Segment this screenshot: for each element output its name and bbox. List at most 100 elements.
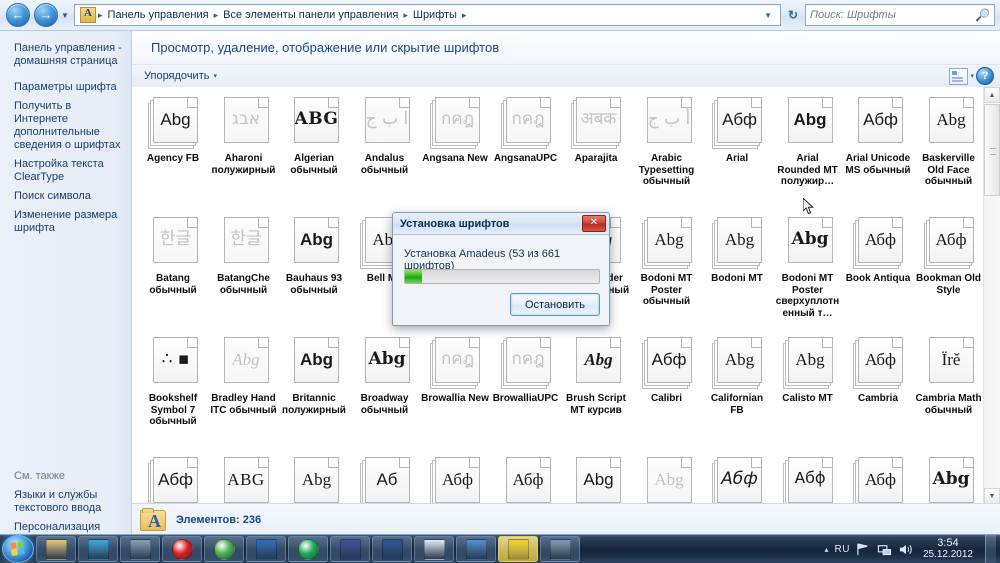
font-item[interactable]: ا ب ج Andalus обычный bbox=[350, 93, 420, 213]
font-item[interactable]: AbgCooper очень жирный bbox=[914, 453, 984, 504]
font-item[interactable]: АбфComic Sans MS bbox=[702, 453, 772, 504]
font-item[interactable]: אבג Aharoni полужирный bbox=[209, 93, 279, 213]
font-item[interactable]: Abg Bauhaus 93 обычный bbox=[279, 213, 349, 333]
font-installation-dialog[interactable]: Установка шрифтов ✕ Установка Amadeus (5… bbox=[392, 212, 610, 326]
font-item[interactable]: Abg Bodoni MT Poster обычный bbox=[632, 213, 702, 333]
breadcrumb-item-fonts[interactable]: Шрифты bbox=[409, 8, 461, 22]
taskbar-button-word[interactable] bbox=[372, 536, 412, 562]
taskbar-button-calendar[interactable] bbox=[498, 536, 538, 562]
font-item[interactable]: 한글 BatangChe обычный bbox=[209, 213, 279, 333]
forward-button[interactable]: → bbox=[34, 3, 58, 27]
font-item[interactable]: أ ب ج Arabic Typesetting обычный bbox=[632, 93, 702, 213]
breadcrumb[interactable]: ▸ Панель управления ▸ Все элементы панел… bbox=[74, 4, 781, 26]
taskbar-button-photo-editor[interactable] bbox=[246, 536, 286, 562]
font-file-icon: ABG bbox=[219, 457, 269, 504]
nav-link-character-map[interactable]: Поиск символа bbox=[0, 187, 131, 206]
refresh-button[interactable]: ↻ bbox=[784, 6, 802, 24]
font-item[interactable]: АбфCandara bbox=[138, 453, 208, 504]
taskbar-button-chrome[interactable] bbox=[204, 536, 244, 562]
action-center-icon[interactable] bbox=[856, 542, 871, 557]
font-item[interactable]: Абф Arial bbox=[702, 93, 772, 213]
font-item[interactable]: Abg Arial Rounded MT полужир… bbox=[773, 93, 843, 213]
font-item[interactable]: 한글 Batang обычный bbox=[138, 213, 208, 333]
font-item[interactable]: ∴ ▪ Bookshelf Symbol 7 обычный bbox=[138, 333, 208, 453]
taskbar-button-opera[interactable] bbox=[162, 536, 202, 562]
font-item[interactable]: กคฎ BrowalliaUPC bbox=[491, 333, 561, 453]
font-item[interactable]: ABG Algerian обычный bbox=[279, 93, 349, 213]
font-item[interactable]: AbgCentaur обычный bbox=[279, 453, 349, 504]
font-item[interactable]: АбфCentury обычный bbox=[491, 453, 561, 504]
stop-button[interactable]: Остановить bbox=[510, 293, 600, 316]
vertical-scrollbar[interactable]: ▲ ▼ bbox=[983, 87, 1000, 504]
font-file-icon: Abg bbox=[642, 457, 692, 504]
taskbar-button-computer[interactable] bbox=[120, 536, 160, 562]
font-item[interactable]: Абф Calibri bbox=[632, 333, 702, 453]
taskbar-button-contacts[interactable] bbox=[540, 536, 580, 562]
taskbar-button-paint[interactable] bbox=[414, 536, 454, 562]
show-desktop-button[interactable] bbox=[985, 535, 996, 563]
taskbar-button-media-tool[interactable] bbox=[456, 536, 496, 562]
font-item[interactable]: ABGCastellar обычный bbox=[209, 453, 279, 504]
chevron-down-icon[interactable]: ▼ bbox=[759, 11, 777, 20]
font-file-icon: Abg bbox=[924, 97, 974, 147]
font-item[interactable]: Абф Bookman Old Style bbox=[914, 213, 984, 333]
nav-link-control-panel-home[interactable]: Панель управления - домашняя страница bbox=[0, 39, 131, 71]
show-hidden-icons-button[interactable]: ▴ bbox=[824, 545, 828, 554]
font-item[interactable]: Abg Baskerville Old Face обычный bbox=[914, 93, 984, 213]
font-item[interactable]: АбфConstantia bbox=[843, 453, 913, 504]
recent-pages-dropdown[interactable]: ▼ bbox=[58, 4, 72, 26]
clock[interactable]: 3:54 25.12.2012 bbox=[919, 538, 977, 561]
nav-link-personalization[interactable]: Персонализация bbox=[0, 518, 131, 535]
font-item[interactable]: AbgColonna MT обычный bbox=[632, 453, 702, 504]
font-item[interactable]: กคฎ Angsana New bbox=[420, 93, 490, 213]
taskbar-button-explorer[interactable] bbox=[36, 536, 76, 562]
nav-link-cleartype[interactable]: Настройка текста ClearType bbox=[0, 155, 131, 187]
font-item[interactable]: กคฎ AngsanaUPC bbox=[491, 93, 561, 213]
volume-icon[interactable] bbox=[898, 542, 913, 557]
font-item[interactable]: Abg Britannic полужирный bbox=[279, 333, 349, 453]
breadcrumb-item-all-items[interactable]: Все элементы панели управления bbox=[219, 8, 402, 22]
help-icon[interactable]: ? bbox=[976, 67, 994, 85]
font-item[interactable]: АбCentury Gothic bbox=[350, 453, 420, 504]
taskbar-button-messenger[interactable] bbox=[288, 536, 328, 562]
font-item[interactable]: Абф Arial Unicode MS обычный bbox=[843, 93, 913, 213]
font-item[interactable]: Ïrě Cambria Math обычный bbox=[914, 333, 984, 453]
font-item[interactable]: АбфCentury Schoolbook bbox=[420, 453, 490, 504]
font-item[interactable]: Abg Calisto MT bbox=[773, 333, 843, 453]
taskbar-button-vegas[interactable] bbox=[330, 536, 370, 562]
font-name-label: Californian FB bbox=[710, 393, 764, 416]
font-item[interactable]: กคฎ Browallia New bbox=[420, 333, 490, 453]
back-button[interactable]: ← bbox=[6, 3, 30, 27]
organize-button[interactable]: Упорядочить ▾ bbox=[138, 68, 223, 84]
network-icon[interactable] bbox=[877, 542, 892, 557]
nav-link-font-settings[interactable]: Параметры шрифта bbox=[0, 78, 131, 97]
breadcrumb-item-control-panel[interactable]: Панель управления bbox=[104, 8, 213, 22]
font-item[interactable]: Abg Bradley Hand ITC обычный bbox=[209, 333, 279, 453]
font-item[interactable]: AbgChiller обычный bbox=[561, 453, 631, 504]
font-item[interactable]: АбфConsolas bbox=[773, 453, 843, 504]
font-file-icon: Абф bbox=[853, 457, 903, 504]
font-file-icon: Абф bbox=[641, 337, 692, 389]
font-item[interactable]: Abg Agency FB bbox=[138, 93, 208, 213]
nav-link-get-fonts-online[interactable]: Получить в Интернете дополнительные свед… bbox=[0, 97, 131, 155]
view-layout-icon[interactable] bbox=[949, 67, 969, 85]
font-item[interactable]: Абф Book Antiqua bbox=[843, 213, 913, 333]
scroll-up-button[interactable]: ▲ bbox=[984, 87, 1000, 103]
scrollbar-thumb[interactable] bbox=[984, 104, 1000, 196]
start-button[interactable] bbox=[2, 535, 34, 563]
font-item[interactable]: अबक Aparajita bbox=[561, 93, 631, 213]
font-item[interactable]: Abg Bodoni MT Poster сверхуплотненный т… bbox=[773, 213, 843, 333]
font-item[interactable]: Абф Cambria bbox=[843, 333, 913, 453]
font-item[interactable]: Abg Californian FB bbox=[702, 333, 772, 453]
font-item[interactable]: Abg Bodoni MT bbox=[702, 213, 772, 333]
scroll-down-button[interactable]: ▼ bbox=[984, 488, 1000, 504]
chevron-down-icon[interactable]: ▾ bbox=[970, 72, 974, 80]
font-item[interactable]: Abg Brush Script MT курсив bbox=[561, 333, 631, 453]
nav-link-change-font-size[interactable]: Изменение размера шрифта bbox=[0, 206, 131, 238]
language-indicator[interactable]: RU bbox=[834, 544, 849, 555]
nav-link-text-services[interactable]: Языки и службы текстового ввода bbox=[0, 486, 131, 518]
close-icon[interactable]: ✕ bbox=[582, 215, 606, 232]
taskbar-button-media-player[interactable] bbox=[78, 536, 118, 562]
font-item[interactable]: Abg Broadway обычный bbox=[350, 333, 420, 453]
search-input[interactable]: Поиск: Шрифты 🔍 bbox=[805, 4, 995, 26]
